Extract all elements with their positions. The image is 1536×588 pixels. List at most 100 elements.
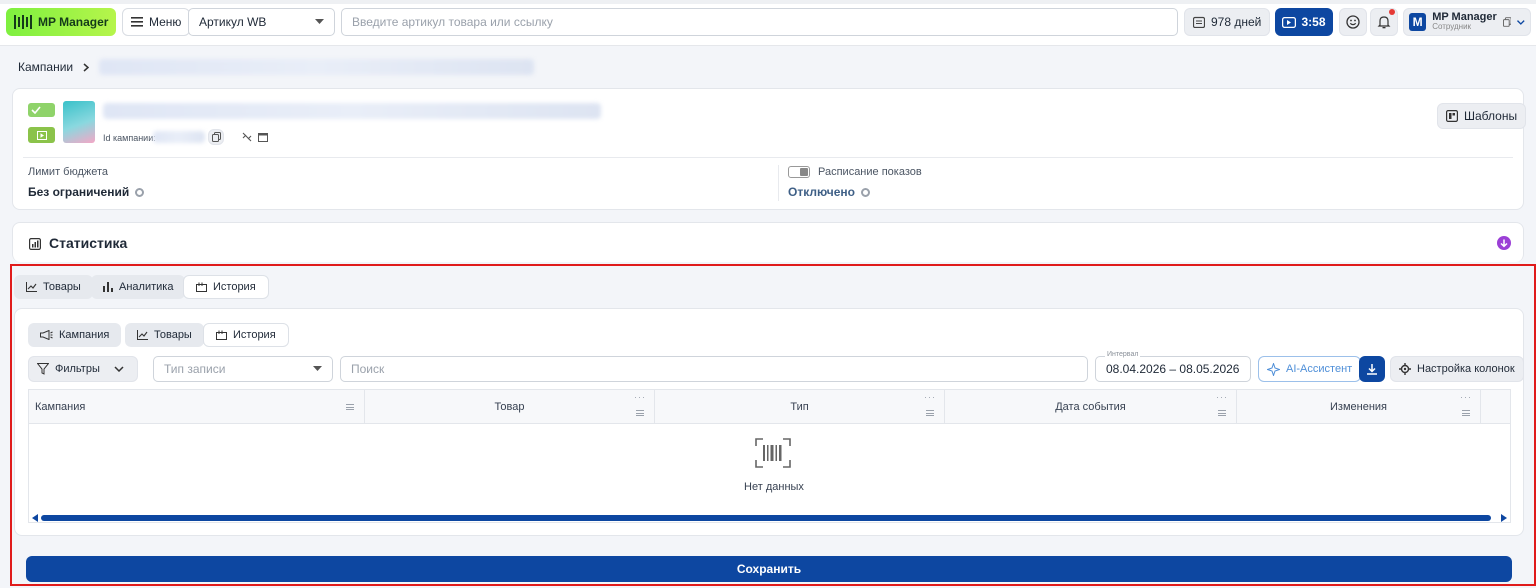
record-type-select[interactable]: Тип записи <box>153 356 333 382</box>
campaign-id-label: Id кампании: <box>103 133 156 143</box>
ai-assistant-label: AI-Ассистент <box>1286 363 1353 375</box>
timer-label: 3:58 <box>1301 15 1326 29</box>
notifications-button[interactable] <box>1370 8 1398 36</box>
line-chart-icon <box>137 330 148 340</box>
feedback-button[interactable] <box>1339 8 1367 36</box>
campaign-active-toggle[interactable] <box>28 103 55 117</box>
copy-icon <box>1502 17 1512 27</box>
barcode-logo-icon <box>14 15 32 29</box>
column-header-product[interactable]: Товар ··· <box>365 390 655 424</box>
days-button[interactable]: 978 дней <box>1184 8 1271 36</box>
budget-label: Лимит бюджета <box>28 166 109 178</box>
table-search-input[interactable]: Поиск <box>340 356 1088 382</box>
unlink-icon[interactable] <box>242 132 252 142</box>
chevron-right-icon <box>83 62 90 72</box>
scroll-right-arrow-icon[interactable] <box>1501 514 1507 522</box>
download-icon <box>1367 364 1377 375</box>
column-header-event-date[interactable]: Дата события ··· <box>945 390 1237 424</box>
expand-down-icon[interactable] <box>1497 236 1511 250</box>
column-menu-icon[interactable] <box>1218 410 1226 416</box>
play-icon <box>36 130 47 140</box>
inner-tab-products[interactable]: Товары <box>125 323 204 347</box>
column-header-label: Изменения <box>1330 401 1387 413</box>
column-header-changes[interactable]: Изменения ··· <box>1237 390 1481 424</box>
date-interval-input[interactable]: Интервал 08.04.2026 – 08.05.2026 <box>1095 351 1251 382</box>
column-more-icon[interactable]: ··· <box>634 392 646 402</box>
templates-button[interactable]: Шаблоны <box>1437 103 1527 129</box>
article-type-select[interactable]: Артикул WB <box>188 8 335 36</box>
sparkle-icon <box>1267 362 1280 376</box>
column-menu-icon[interactable] <box>926 410 934 416</box>
filters-label: Фильтры <box>55 363 100 375</box>
column-header-campaign[interactable]: Кампания <box>29 390 365 424</box>
schedule-value-row[interactable]: Отключено <box>788 185 870 199</box>
schedule-toggle[interactable] <box>788 166 810 178</box>
inner-tab-campaign-label: Кампания <box>59 329 110 341</box>
table-header: Кампания Товар ··· Тип ··· Дата события … <box>29 390 1510 424</box>
column-menu-icon[interactable] <box>636 410 644 416</box>
column-settings-button[interactable]: Настройка колонок <box>1390 356 1524 382</box>
table-search-placeholder: Поиск <box>351 362 385 376</box>
megaphone-icon <box>40 330 53 340</box>
toggle-knob <box>800 168 808 176</box>
breadcrumb-campaign-name <box>99 59 535 75</box>
logo-button[interactable]: MP Manager <box>6 8 116 36</box>
breadcrumb: Кампании <box>18 58 535 76</box>
account-switcher[interactable]: M MP Manager Сотрудник <box>1403 8 1531 36</box>
download-button[interactable] <box>1359 356 1385 382</box>
column-header-type[interactable]: Тип ··· <box>655 390 945 424</box>
outer-tab-history[interactable]: История <box>183 275 269 299</box>
copy-id-button[interactable] <box>208 129 224 145</box>
inner-tab-campaign[interactable]: Кампания <box>28 323 122 347</box>
account-name: MP Manager <box>1432 11 1497 23</box>
statistics-card[interactable]: Статистика <box>12 222 1524 262</box>
campaign-id-value <box>153 131 205 143</box>
column-menu-icon[interactable] <box>1462 410 1470 416</box>
line-chart-icon <box>26 282 37 292</box>
history-icon <box>216 330 227 340</box>
templates-label: Шаблоны <box>1464 109 1518 123</box>
column-settings-label: Настройка колонок <box>1417 363 1515 375</box>
statistics-title: Статистика <box>49 235 128 251</box>
menu-button[interactable]: Меню <box>122 8 191 36</box>
budget-value-row[interactable]: Без ограничений <box>28 185 145 199</box>
empty-state-text: Нет данных <box>744 481 804 493</box>
menu-label: Меню <box>149 15 182 29</box>
article-search-placeholder: Введите артикул товара или ссылку <box>352 15 553 29</box>
video-timer-button[interactable]: 3:58 <box>1275 8 1333 36</box>
campaign-card: Id кампании: Шаблоны Лимит бюджета Без о… <box>12 88 1527 210</box>
article-search-input[interactable]: Введите артикул товара или ссылку <box>341 8 1178 36</box>
outer-tab-analytics[interactable]: Аналитика <box>91 275 186 299</box>
filters-button[interactable]: Фильтры <box>28 356 138 382</box>
empty-barcode-icon <box>755 438 791 468</box>
calendar-icon <box>1193 16 1205 28</box>
gear-icon <box>135 187 145 197</box>
hamburger-icon <box>131 17 143 27</box>
copy-icon <box>211 132 221 142</box>
outer-tab-products[interactable]: Товары <box>14 275 93 299</box>
vertical-divider <box>778 165 779 201</box>
check-icon <box>31 106 41 114</box>
column-header-label: Тип <box>790 401 809 413</box>
column-header-label: Дата события <box>1055 401 1126 413</box>
chevron-down-icon <box>1517 19 1526 25</box>
column-more-icon[interactable]: ··· <box>1216 392 1228 402</box>
campaign-title <box>103 103 601 119</box>
save-button[interactable]: Сохранить <box>26 556 1512 582</box>
inner-tab-products-label: Товары <box>154 329 192 341</box>
breadcrumb-root[interactable]: Кампании <box>18 60 73 74</box>
data-table: Кампания Товар ··· Тип ··· Дата события … <box>28 389 1511 523</box>
column-more-icon[interactable]: ··· <box>924 392 936 402</box>
inner-tab-history[interactable]: История <box>203 323 289 347</box>
calendar-icon[interactable] <box>258 132 268 142</box>
scroll-left-arrow-icon[interactable] <box>32 514 38 522</box>
column-menu-icon[interactable] <box>346 404 354 410</box>
ai-assistant-button[interactable]: AI-Ассистент <box>1258 356 1362 382</box>
horizontal-scrollbar[interactable] <box>41 515 1491 521</box>
interval-label: Интервал <box>1105 351 1141 358</box>
campaign-play-button[interactable] <box>28 127 55 143</box>
column-more-icon[interactable]: ··· <box>1460 392 1472 402</box>
chart-icon <box>29 238 41 250</box>
account-role: Сотрудник <box>1432 22 1472 31</box>
top-bar: MP Manager Меню Артикул WB Введите артик… <box>0 0 1536 46</box>
